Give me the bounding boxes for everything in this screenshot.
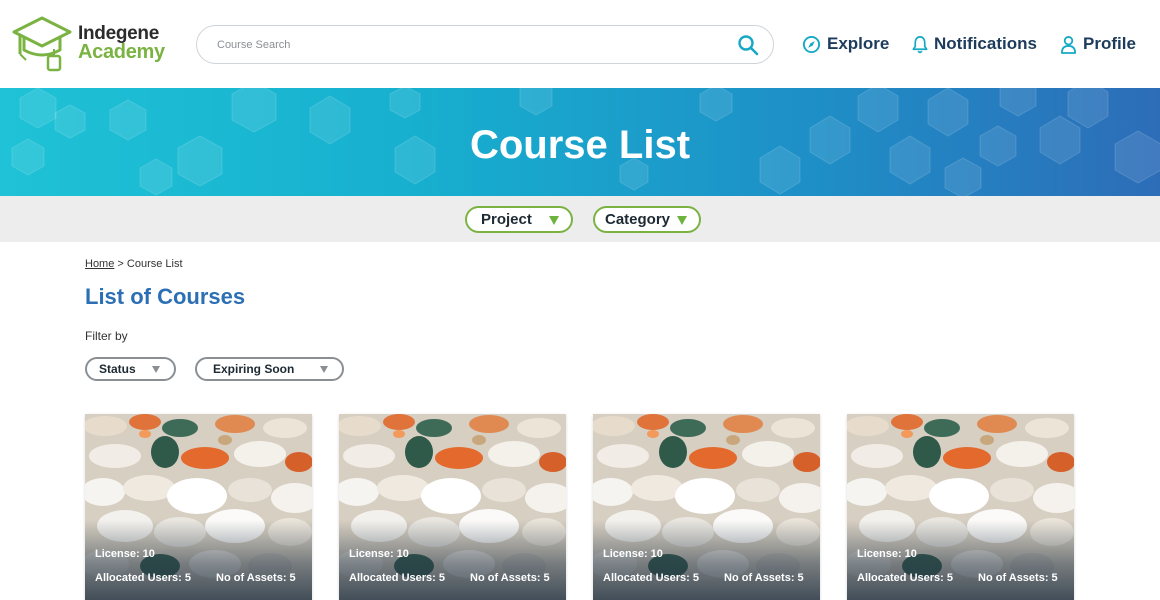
status-filter-label: Status bbox=[99, 362, 136, 376]
page-title: List of Courses bbox=[85, 284, 246, 309]
course-card[interactable]: License: 10 Allocated Users: 5 No of Ass… bbox=[339, 414, 566, 600]
expiring-soon-label: Expiring Soon bbox=[213, 362, 295, 376]
logo-line2: Academy bbox=[78, 41, 165, 63]
card-overlay bbox=[339, 520, 566, 600]
search-bar bbox=[196, 25, 774, 64]
card-allocated-users: Allocated Users: 5 bbox=[349, 572, 445, 584]
bell-icon bbox=[912, 35, 928, 53]
caret-down-icon bbox=[677, 216, 687, 225]
search-input[interactable] bbox=[217, 35, 717, 55]
breadcrumb-current: Course List bbox=[126, 258, 183, 270]
breadcrumb-home-link[interactable]: Home bbox=[85, 258, 114, 270]
nav-explore-label: Explore bbox=[827, 34, 890, 53]
card-allocated-users: Allocated Users: 5 bbox=[857, 572, 953, 584]
caret-down-icon bbox=[320, 366, 328, 373]
caret-down-icon bbox=[152, 366, 160, 373]
search-icon[interactable] bbox=[737, 34, 759, 56]
nav-notifications-label: Notifications bbox=[934, 34, 1037, 53]
category-dropdown-label: Category bbox=[605, 211, 671, 228]
card-license: License: 10 bbox=[603, 548, 663, 560]
card-assets: No of Assets: 5 bbox=[978, 572, 1058, 584]
project-dropdown[interactable]: Project bbox=[465, 206, 573, 233]
card-assets: No of Assets: 5 bbox=[724, 572, 804, 584]
category-dropdown[interactable]: Category bbox=[593, 206, 701, 233]
course-card[interactable]: License: 10 Allocated Users: 5 No of Ass… bbox=[593, 414, 820, 600]
nav-explore[interactable]: Explore bbox=[802, 33, 889, 55]
project-dropdown-label: Project bbox=[481, 211, 532, 228]
card-overlay bbox=[593, 520, 820, 600]
status-filter-dropdown[interactable]: Status bbox=[85, 357, 176, 381]
card-license: License: 10 bbox=[349, 548, 409, 560]
logo[interactable]: Indegene Academy bbox=[12, 14, 172, 74]
compass-icon bbox=[802, 35, 821, 53]
card-license: License: 10 bbox=[95, 548, 155, 560]
hero-banner: Course List bbox=[0, 88, 1160, 196]
banner-title: Course List bbox=[469, 123, 691, 167]
breadcrumb: Home > Course List bbox=[85, 258, 183, 270]
caret-down-icon bbox=[549, 216, 559, 225]
card-license: License: 10 bbox=[857, 548, 917, 560]
header: Indegene Academy Explore Notifications P… bbox=[0, 0, 1160, 88]
graduation-cap-tag-icon bbox=[12, 16, 72, 72]
card-assets: No of Assets: 5 bbox=[216, 572, 296, 584]
card-overlay bbox=[85, 520, 312, 600]
card-overlay bbox=[847, 520, 1074, 600]
card-assets: No of Assets: 5 bbox=[470, 572, 550, 584]
card-allocated-users: Allocated Users: 5 bbox=[95, 572, 191, 584]
user-icon bbox=[1060, 35, 1077, 54]
expiring-soon-dropdown[interactable]: Expiring Soon bbox=[195, 357, 344, 381]
breadcrumb-separator: > bbox=[114, 258, 127, 270]
course-card[interactable]: License: 10 Allocated Users: 5 No of Ass… bbox=[847, 414, 1074, 600]
nav-notifications[interactable]: Notifications bbox=[912, 33, 1037, 55]
course-card[interactable]: License: 10 Allocated Users: 5 No of Ass… bbox=[85, 414, 312, 600]
filter-by-label: Filter by bbox=[85, 329, 128, 343]
nav-profile-label: Profile bbox=[1083, 34, 1136, 53]
nav-profile[interactable]: Profile bbox=[1060, 33, 1136, 55]
card-allocated-users: Allocated Users: 5 bbox=[603, 572, 699, 584]
top-filter-strip: Project Category bbox=[0, 196, 1160, 242]
